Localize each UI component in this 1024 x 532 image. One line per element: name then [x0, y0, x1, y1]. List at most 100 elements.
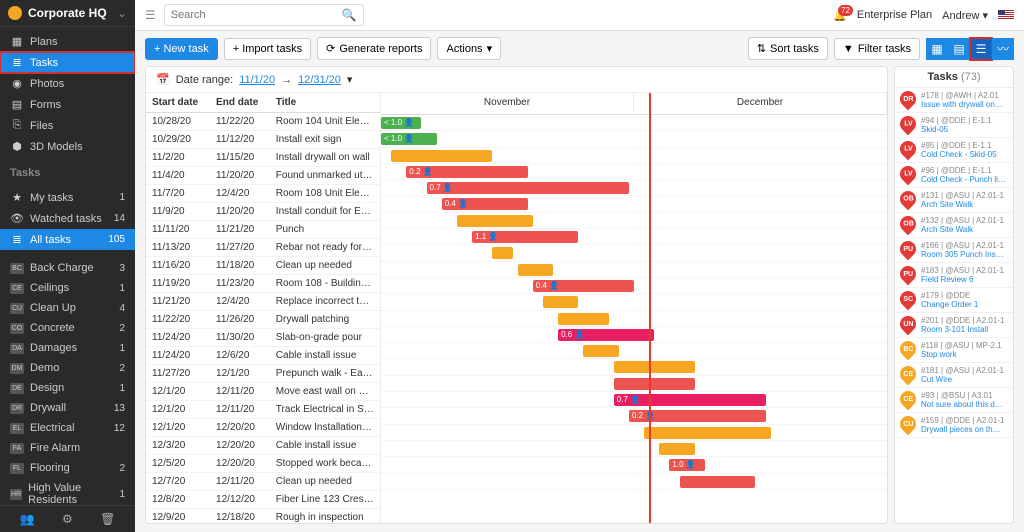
col-start[interactable]: Start date: [146, 93, 210, 113]
table-row[interactable]: 10/29/2011/12/20Install exit sign: [146, 131, 380, 149]
table-row[interactable]: 11/24/2011/30/20Slab-on-grade pour: [146, 329, 380, 347]
users-icon[interactable]: 👥: [20, 512, 35, 526]
table-row[interactable]: 10/28/2011/22/20Room 104 Unit Electrical: [146, 113, 380, 131]
gantt-bar[interactable]: [644, 427, 771, 439]
task-card[interactable]: OB#132 | @ASU | A2.01-1Arch Site Walk: [895, 213, 1013, 238]
gantt-bar[interactable]: [492, 247, 512, 259]
notifications-icon[interactable]: 🔔72: [833, 9, 847, 22]
search-box[interactable]: 🔍: [164, 4, 364, 26]
col-title[interactable]: Title: [270, 93, 380, 113]
gantt-bar[interactable]: 0.2 👤: [406, 166, 527, 178]
chevron-down-icon[interactable]: ▾: [347, 73, 353, 86]
nav-forms[interactable]: ▤Forms: [0, 94, 135, 115]
search-input[interactable]: [171, 9, 342, 21]
category-electrical[interactable]: ELElectrical12: [0, 418, 135, 438]
table-row[interactable]: 11/22/2011/26/20Drywall patching: [146, 311, 380, 329]
table-row[interactable]: 11/24/2012/6/20Cable install issue: [146, 347, 380, 365]
gantt-bar[interactable]: 1.1 👤: [472, 231, 578, 243]
task-card[interactable]: DR#178 | @AWH | A2.01Issue with drywall …: [895, 88, 1013, 113]
gantt-bar[interactable]: [614, 378, 695, 390]
nav-plans[interactable]: ▦Plans: [0, 31, 135, 52]
task-card[interactable]: OB#131 | @ASU | A2.01-1Arch Site Walk: [895, 188, 1013, 213]
table-row[interactable]: 11/7/2012/4/20Room 108 Unit Electrical: [146, 185, 380, 203]
gantt-bar[interactable]: 0.4 👤: [442, 198, 528, 210]
trash-icon[interactable]: 🗑: [100, 512, 115, 526]
filter-watched-tasks[interactable]: 👁Watched tasks14: [0, 208, 135, 229]
task-card[interactable]: CE#93 | @BSU | A3.01Not sure about this …: [895, 388, 1013, 413]
gantt-bar[interactable]: < 1.0 👤: [381, 133, 437, 145]
gantt-bar[interactable]: 0.7 👤: [427, 182, 629, 194]
actions-menu[interactable]: Actions ▾: [437, 37, 501, 60]
gantt-bar[interactable]: [680, 476, 756, 488]
category-flooring[interactable]: FLFlooring2: [0, 458, 135, 478]
date-from[interactable]: 11/1/20: [239, 74, 275, 86]
gantt-bar[interactable]: 0.6 👤: [558, 329, 654, 341]
view-timeline-button[interactable]: ☰: [970, 38, 992, 60]
task-card[interactable]: LV#95 | @DDE | E-1.1Cold Check - Skid-05: [895, 138, 1013, 163]
category-drywall[interactable]: DRDrywall13: [0, 398, 135, 418]
plan-label[interactable]: Enterprise Plan: [857, 9, 932, 21]
generate-reports-button[interactable]: ⟳Generate reports: [317, 37, 431, 60]
table-row[interactable]: 12/1/2012/11/20Track Electrical in Servi…: [146, 401, 380, 419]
table-row[interactable]: 11/4/2011/20/20Found unmarked utility li…: [146, 167, 380, 185]
gantt-bar[interactable]: [558, 313, 609, 325]
nav-tasks[interactable]: ≣Tasks: [0, 52, 135, 73]
category-damages[interactable]: DADamages1: [0, 338, 135, 358]
category-clean-up[interactable]: CUClean Up4: [0, 298, 135, 318]
table-row[interactable]: 11/27/2012/1/20Prepunch walk - East Wing: [146, 365, 380, 383]
category-ceilings[interactable]: CECeilings1: [0, 278, 135, 298]
task-card[interactable]: CE#181 | @ASU | A2.01-1Cut Wire: [895, 363, 1013, 388]
task-card[interactable]: CU#159 | @DDE | A2.01-1Drywall pieces on…: [895, 413, 1013, 438]
gantt-bar[interactable]: [659, 443, 694, 455]
import-tasks-button[interactable]: + Import tasks: [224, 38, 311, 60]
view-grid-button[interactable]: ▦: [926, 38, 948, 60]
gantt-bar[interactable]: 1.0 👤: [669, 459, 704, 471]
gantt-bar[interactable]: [457, 215, 533, 227]
gantt-bar[interactable]: [543, 296, 578, 308]
table-row[interactable]: 12/8/2012/12/20Fiber Line 123 Crestent S…: [146, 491, 380, 509]
table-row[interactable]: 11/9/2011/20/20Install conduit for EF-4 …: [146, 203, 380, 221]
table-row[interactable]: 11/11/2011/21/20Punch: [146, 221, 380, 239]
task-card[interactable]: BC#118 | @ASU | MP-2.1Stop work: [895, 338, 1013, 363]
user-menu[interactable]: Andrew ▾: [942, 9, 988, 22]
col-end[interactable]: End date: [210, 93, 270, 113]
category-demo[interactable]: DMDemo2: [0, 358, 135, 378]
table-row[interactable]: 12/1/2012/11/20Move east wall on buildin…: [146, 383, 380, 401]
search-icon[interactable]: 🔍: [342, 8, 357, 22]
sort-tasks-button[interactable]: ⇅ Sort tasks: [748, 37, 828, 60]
settings-icon[interactable]: ⚙: [62, 512, 73, 526]
nav-files[interactable]: ⎘Files: [0, 115, 135, 136]
task-card[interactable]: UN#201 | @DDE | A2.01-1Room 3-101 Instal…: [895, 313, 1013, 338]
table-row[interactable]: 12/5/2012/20/20Stopped work because of E…: [146, 455, 380, 473]
table-row[interactable]: 11/16/2011/18/20Clean up needed: [146, 257, 380, 275]
category-fire-alarm[interactable]: FAFire Alarm: [0, 438, 135, 458]
gantt-bar[interactable]: [614, 361, 695, 373]
view-calendar-button[interactable]: ▤: [948, 38, 970, 60]
task-card[interactable]: LV#96 | @DDE | E-1.1Cold Check - Punch l…: [895, 163, 1013, 188]
new-task-button[interactable]: + New task: [145, 38, 218, 60]
gantt-bar[interactable]: < 1.0 👤: [381, 117, 421, 129]
task-card[interactable]: SC#179 | @DDEChange Order 1: [895, 288, 1013, 313]
category-design[interactable]: DEDesign1: [0, 378, 135, 398]
task-card[interactable]: PU#183 | @ASU | A2.01-1Field Review 6: [895, 263, 1013, 288]
table-row[interactable]: 11/2/2011/15/20Install drywall on wall: [146, 149, 380, 167]
category-concrete[interactable]: COConcrete2: [0, 318, 135, 338]
table-row[interactable]: 11/21/2012/4/20Replace incorrect terrazz…: [146, 293, 380, 311]
gantt-bar[interactable]: [583, 345, 618, 357]
table-row[interactable]: 12/9/2012/18/20Rough in inspection: [146, 509, 380, 524]
filter-tasks-button[interactable]: ▼ Filter tasks: [834, 38, 920, 60]
table-row[interactable]: 12/1/2012/20/20Window Installation 1105: [146, 419, 380, 437]
table-row[interactable]: 11/13/2011/27/20Rebar not ready for conc…: [146, 239, 380, 257]
gantt-bar[interactable]: [391, 150, 492, 162]
nav-3d-models[interactable]: ⬢3D Models: [0, 136, 135, 157]
project-selector[interactable]: Corporate HQ ⌄: [0, 0, 135, 27]
view-chart-button[interactable]: 〰: [992, 38, 1014, 60]
filter-all-tasks[interactable]: ≣All tasks105: [0, 229, 135, 250]
date-to[interactable]: 12/31/20: [298, 74, 341, 86]
category-back-charge[interactable]: BCBack Charge3: [0, 258, 135, 278]
nav-photos[interactable]: ◉Photos: [0, 73, 135, 94]
locale-flag-icon[interactable]: [998, 10, 1014, 20]
filter-my-tasks[interactable]: ★My tasks1: [0, 187, 135, 208]
gantt-bar[interactable]: 0.4 👤: [533, 280, 634, 292]
table-row[interactable]: 11/19/2011/23/20Room 108 - Building 2 In…: [146, 275, 380, 293]
